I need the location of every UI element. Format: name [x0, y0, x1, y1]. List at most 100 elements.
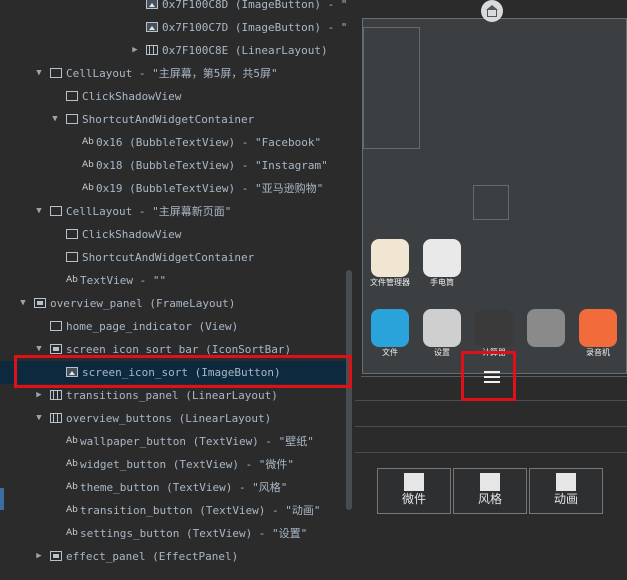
- tree-node[interactable]: 0x7F100C8D (ImageButton) - "投: [0, 0, 346, 16]
- app-icon[interactable]: [423, 239, 461, 277]
- tab-label: 微件: [401, 492, 426, 506]
- app-icon[interactable]: [371, 309, 409, 347]
- selected-node-highlight: [14, 355, 352, 388]
- text-node-icon: Ab: [82, 137, 94, 147]
- linear-node-icon: [50, 390, 62, 400]
- tree-node[interactable]: Ab wallpaper_button (TextView) - "壁纸": [0, 430, 346, 453]
- tree-node[interactable]: ▼ CellLayout - "主屏幕新页面": [0, 200, 346, 223]
- tree-node-label: 0x7F100C8D (ImageButton) - "投: [162, 0, 346, 11]
- tree-node[interactable]: Ab 0x18 (BubbleTextView) - "Instagram": [0, 154, 346, 177]
- tree-node-label: ShortcutAndWidgetContainer: [82, 251, 255, 264]
- text-node-icon: Ab: [66, 505, 78, 515]
- tree-node-label: 0x7F100C8E (LinearLayout): [162, 44, 328, 57]
- phone-screen: 文件管理器 手电筒 文件 设置 计算器 录音机: [362, 18, 627, 374]
- divider: [355, 426, 627, 427]
- app-label: 文件管理器: [370, 278, 410, 287]
- expand-arrow-icon[interactable]: ▼: [34, 62, 44, 85]
- tree-node[interactable]: ClickShadowView: [0, 85, 346, 108]
- expand-arrow-icon[interactable]: ▼: [50, 108, 60, 131]
- linear-node-icon: [146, 45, 158, 55]
- view-node-icon: [66, 91, 78, 101]
- home-icon[interactable]: [481, 0, 503, 22]
- layout-bounds-box: [363, 27, 420, 149]
- tree-node-label: overview_buttons (LinearLayout): [66, 412, 272, 425]
- view-node-icon: [50, 321, 62, 331]
- tree-node-label: TextView - "": [80, 274, 167, 287]
- expand-arrow-icon[interactable]: ▼: [34, 200, 44, 223]
- tab-label: 风格: [477, 492, 502, 506]
- tree-node-label: widget_button (TextView) - "微件": [80, 458, 295, 471]
- view-node-icon: [66, 252, 78, 262]
- text-node-icon: Ab: [66, 528, 78, 538]
- frame-node-icon: [34, 298, 46, 308]
- tree-node[interactable]: Ab settings_button (TextView) - "设置": [0, 522, 346, 545]
- tab-label: 动画: [553, 492, 578, 506]
- tree-node[interactable]: home_page_indicator (View): [0, 315, 346, 338]
- tree-node-label: CellLayout - "主屏幕新页面": [66, 205, 232, 218]
- overview-tab-button[interactable]: 风格: [453, 468, 527, 514]
- tree-node[interactable]: Ab TextView - "": [0, 269, 346, 292]
- linear-node-icon: [50, 413, 62, 423]
- collapse-arrow-icon[interactable]: ▶: [130, 39, 140, 62]
- tree-node[interactable]: ▶ 0x7F100C8E (LinearLayout): [0, 39, 346, 62]
- text-node-icon: Ab: [82, 160, 94, 170]
- view-node-icon: [50, 68, 62, 78]
- divider: [355, 452, 627, 453]
- tree-node-label: theme_button (TextView) - "风格": [80, 481, 288, 494]
- tree-node[interactable]: ▼ CellLayout - "主屏幕，第5屏，共5屏": [0, 62, 346, 85]
- view-node-icon: [66, 229, 78, 239]
- overview-tab-button[interactable]: 动画: [529, 468, 603, 514]
- layout-bounds-box: [473, 185, 509, 220]
- app-icon[interactable]: [423, 309, 461, 347]
- tree-node-label: ClickShadowView: [82, 90, 182, 103]
- tree-node-label: wallpaper_button (TextView) - "壁纸": [80, 435, 314, 448]
- tree-node[interactable]: ClickShadowView: [0, 223, 346, 246]
- text-node-icon: Ab: [66, 482, 78, 492]
- image-node-icon: [146, 22, 158, 32]
- text-node-icon: Ab: [66, 275, 78, 285]
- sort-button-highlight: [461, 351, 516, 401]
- left-edge-marker: [0, 488, 4, 510]
- tree-node[interactable]: Ab 0x16 (BubbleTextView) - "Facebook": [0, 131, 346, 154]
- tree-node[interactable]: Ab widget_button (TextView) - "微件": [0, 453, 346, 476]
- image-node-icon: [146, 0, 158, 9]
- tree-node-label: 0x18 (BubbleTextView) - "Instagram": [96, 159, 328, 172]
- app-icon[interactable]: [371, 239, 409, 277]
- app-icon[interactable]: [475, 309, 513, 347]
- tree-node[interactable]: ▼ overview_buttons (LinearLayout): [0, 407, 346, 430]
- frame-node-icon: [50, 344, 62, 354]
- tree-node-label: settings_button (TextView) - "设置": [80, 527, 308, 540]
- tree-node[interactable]: Ab 0x19 (BubbleTextView) - "亚马逊购物": [0, 177, 346, 200]
- tree-node[interactable]: ▶ effect_panel (EffectPanel): [0, 545, 346, 568]
- tree-node-label: ShortcutAndWidgetContainer: [82, 113, 255, 126]
- tree-node[interactable]: Ab theme_button (TextView) - "风格": [0, 476, 346, 499]
- expand-arrow-icon[interactable]: ▼: [18, 292, 28, 315]
- tree-node[interactable]: ▼ overview_panel (FrameLayout): [0, 292, 346, 315]
- tree-node-label: transition_button (TextView) - "动画": [80, 504, 321, 517]
- collapse-arrow-icon[interactable]: ▶: [34, 545, 44, 568]
- tree-node-label: effect_panel (EffectPanel): [66, 550, 239, 563]
- app-icon[interactable]: [527, 309, 565, 347]
- tree-node[interactable]: 0x7F100C7D (ImageButton) - "语: [0, 16, 346, 39]
- tree-node[interactable]: ▼ ShortcutAndWidgetContainer: [0, 108, 346, 131]
- layout-tree-panel[interactable]: 0x7F100C8D (ImageButton) - "投 0x7F100C7D …: [0, 0, 355, 580]
- view-node-icon: [66, 114, 78, 124]
- text-node-icon: Ab: [66, 459, 78, 469]
- app-label: 手电筒: [430, 278, 454, 287]
- expand-arrow-icon[interactable]: ▼: [34, 407, 44, 430]
- tree-node-label: 0x16 (BubbleTextView) - "Facebook": [96, 136, 322, 149]
- tree-node-label: CellLayout - "主屏幕，第5屏，共5屏": [66, 67, 278, 80]
- view-node-icon: [50, 206, 62, 216]
- app-label: 录音机: [586, 348, 610, 357]
- overview-tab-button[interactable]: 微件: [377, 468, 451, 514]
- tree-node-label: ClickShadowView: [82, 228, 182, 241]
- app-icon[interactable]: [579, 309, 617, 347]
- frame-node-icon: [50, 551, 62, 561]
- tab-icon: [480, 473, 500, 491]
- tree-node[interactable]: ShortcutAndWidgetContainer: [0, 246, 346, 269]
- tree-node[interactable]: Ab transition_button (TextView) - "动画": [0, 499, 346, 522]
- tab-icon: [404, 473, 424, 491]
- tab-icon: [556, 473, 576, 491]
- tree-node-label: 0x19 (BubbleTextView) - "亚马逊购物": [96, 182, 324, 195]
- tree-scrollbar[interactable]: [346, 270, 352, 510]
